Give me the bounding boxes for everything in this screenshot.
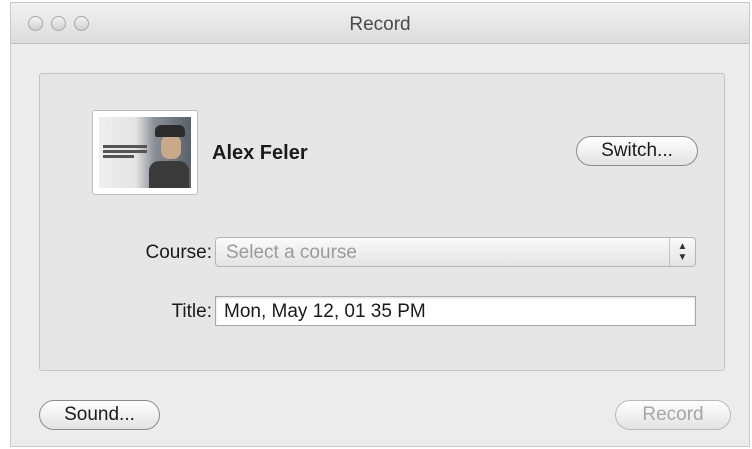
title-label: Title: (171, 301, 212, 322)
window-title: Record (349, 14, 411, 35)
record-window: Record Alex Feler Switch... Course: Sele… (10, 2, 750, 447)
record-panel: Alex Feler Switch... Course: Select a co… (39, 73, 725, 371)
user-avatar (92, 110, 198, 195)
course-select[interactable]: Select a course ▲ ▼ (215, 237, 696, 267)
course-label: Course: (145, 242, 212, 263)
select-arrows-icon: ▲ ▼ (669, 238, 695, 266)
title-input[interactable]: Mon, May 12, 01 35 PM (215, 296, 696, 326)
sound-button[interactable]: Sound... (39, 400, 160, 430)
title-bar[interactable]: Record (11, 3, 749, 44)
record-button[interactable]: Record (615, 400, 731, 430)
switch-user-button[interactable]: Switch... (576, 136, 698, 166)
course-select-value: Select a course (226, 242, 357, 263)
avatar-image (99, 117, 191, 188)
user-name: Alex Feler (212, 142, 308, 164)
